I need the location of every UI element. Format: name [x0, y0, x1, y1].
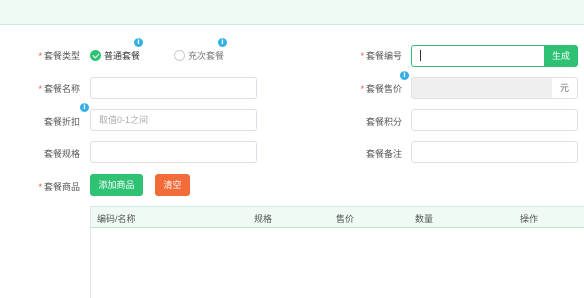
package-price-label: * 套餐售价	[360, 84, 402, 94]
text-caret	[420, 50, 421, 61]
package-spec-label: 套餐规格	[43, 149, 80, 159]
column-price: 售价	[336, 214, 355, 224]
goods-table: 编码/名称 规格 售价 数量 操作	[90, 206, 584, 298]
column-code-name: 编码/名称	[97, 214, 136, 224]
price-unit-suffix: 元	[552, 77, 578, 99]
package-price-input	[411, 77, 553, 99]
column-actions: 操作	[520, 214, 539, 224]
radio-recharge-package[interactable]: 充次套餐	[174, 49, 224, 62]
clear-button[interactable]: 清空	[155, 174, 190, 196]
package-no-input[interactable]	[411, 45, 545, 67]
package-no-label: * 套餐编号	[360, 51, 402, 61]
top-notice-banner	[0, 0, 584, 25]
package-name-label: * 套餐名称	[38, 84, 80, 94]
package-points-input[interactable]	[411, 109, 578, 131]
info-icon[interactable]: i	[218, 38, 227, 47]
package-remark-input[interactable]	[411, 141, 578, 163]
package-spec-input[interactable]	[90, 141, 257, 163]
package-type-label: * 套餐类型	[38, 51, 80, 61]
generate-button[interactable]: 生成	[544, 45, 578, 67]
table-header: 编码/名称 规格 售价 数量 操作	[91, 206, 584, 228]
column-quantity: 数量	[415, 214, 434, 224]
radio-unchecked-icon	[174, 50, 185, 61]
info-icon[interactable]: i	[400, 71, 409, 80]
package-remark-label: 套餐备注	[365, 149, 402, 159]
package-goods-label: * 套餐商品	[38, 182, 80, 192]
radio-normal-package[interactable]: 普通套餐	[90, 49, 140, 62]
package-name-input[interactable]	[90, 77, 257, 99]
package-discount-input[interactable]: 取值0-1之间	[90, 109, 257, 131]
info-icon[interactable]: i	[80, 103, 89, 112]
radio-checked-icon	[90, 50, 101, 61]
column-spec: 规格	[254, 214, 273, 224]
add-goods-button[interactable]: 添加商品	[90, 174, 143, 196]
package-discount-label: 套餐折扣	[43, 117, 80, 127]
package-points-label: 套餐积分	[365, 117, 402, 127]
info-icon[interactable]: i	[134, 38, 143, 47]
